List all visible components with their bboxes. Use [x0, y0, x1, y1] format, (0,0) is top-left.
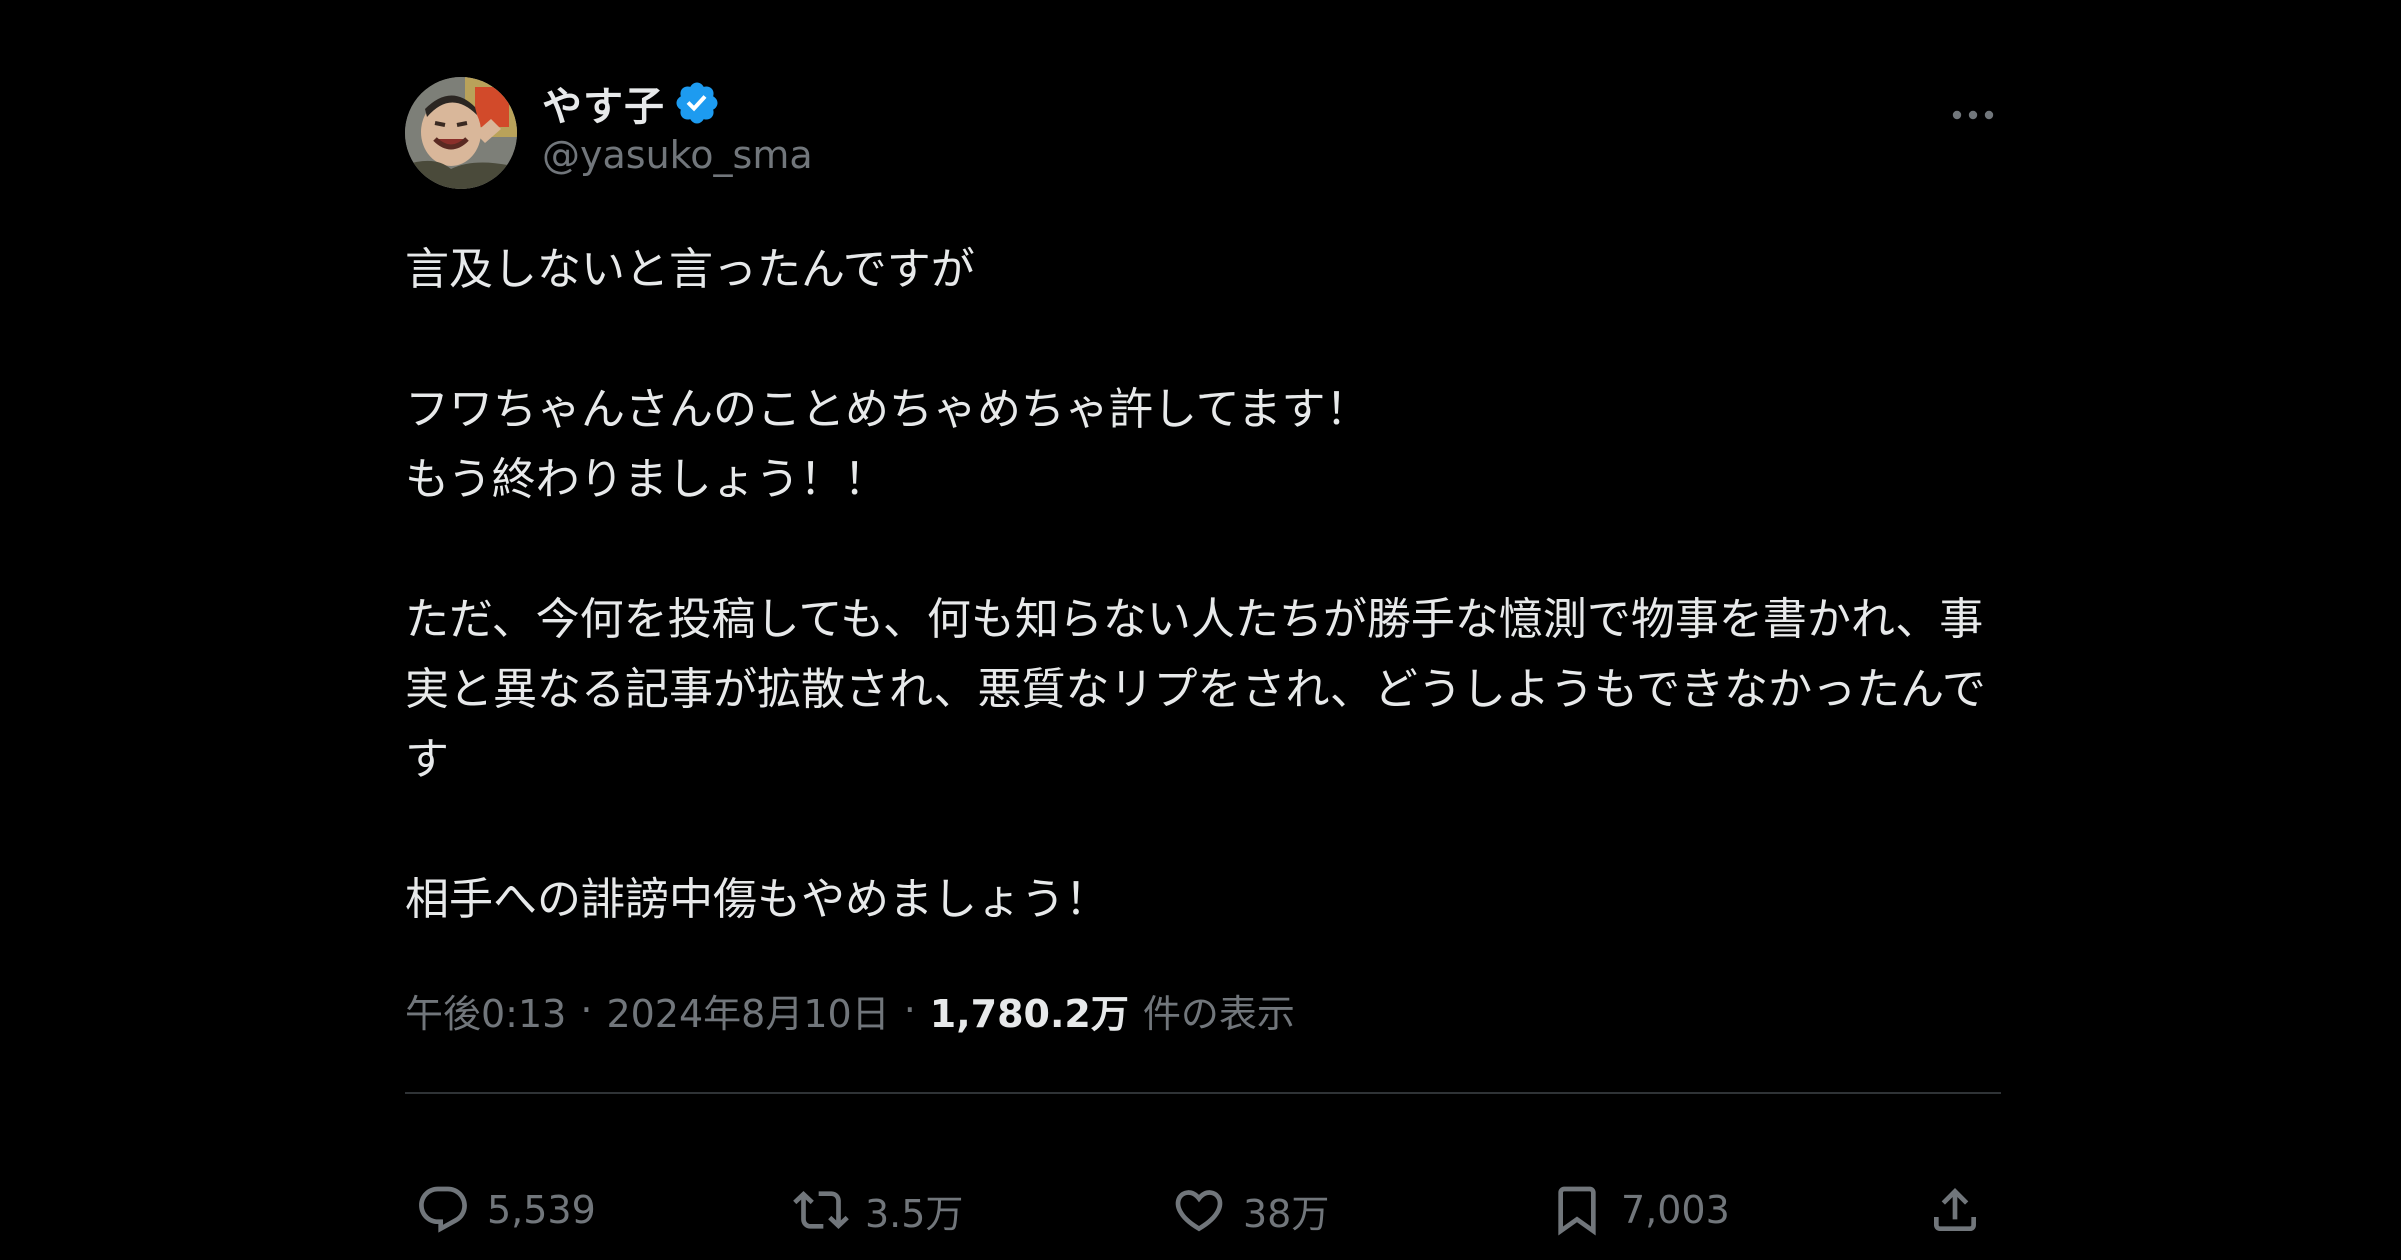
avatar[interactable]: [405, 77, 517, 189]
tweet-actions: 5,539 3.5万 38万 7,003: [405, 1175, 2001, 1245]
views-count[interactable]: 1,780.2万: [930, 983, 1129, 1038]
verified-badge-icon: [673, 79, 721, 127]
tweet-text: 言及しないと言ったんですが フワちゃんさんのことめちゃめちゃ許してます！ もう終…: [405, 244, 1986, 925]
tweet-time[interactable]: 午後0:13: [405, 983, 566, 1038]
bookmark-icon: [1558, 1186, 1596, 1236]
tweet-card: やす子 @yasuko_sma 言及しないと言ったんですが フワちゃんさんのこと…: [405, 75, 2001, 1260]
reply-button[interactable]: 5,539: [415, 1175, 596, 1245]
tweet-meta: 午後0:13 · 2024年8月10日 · 1,780.2万 件の表示: [405, 983, 1295, 1037]
repost-count: 3.5万: [865, 1191, 964, 1236]
heart-icon: [1175, 1190, 1223, 1232]
reply-icon: [419, 1186, 467, 1233]
bookmark-button[interactable]: 7,003: [1549, 1175, 1730, 1245]
like-count: 38万: [1243, 1191, 1330, 1236]
author-name-row: やす子: [542, 75, 721, 131]
more-horizontal-icon: [1952, 110, 1994, 120]
like-button[interactable]: 38万: [1171, 1175, 1329, 1245]
divider: [405, 1092, 2001, 1094]
repost-button[interactable]: 3.5万: [793, 1175, 963, 1245]
author-display-name[interactable]: やす子: [542, 74, 665, 132]
bookmark-count: 7,003: [1621, 1188, 1730, 1232]
meta-separator: ·: [580, 988, 593, 1032]
share-icon: [1934, 1188, 1976, 1231]
reply-count: 5,539: [487, 1188, 596, 1232]
meta-separator-2: ·: [903, 988, 916, 1032]
more-options-button[interactable]: [1945, 87, 2001, 143]
tweet-header: やす子 @yasuko_sma: [405, 75, 2001, 195]
avatar-image: [405, 77, 517, 189]
repost-icon: [793, 1191, 849, 1229]
share-button[interactable]: [1927, 1175, 1983, 1245]
author-handle[interactable]: @yasuko_sma: [542, 133, 813, 177]
views-label[interactable]: 件の表示: [1143, 983, 1295, 1038]
tweet-date[interactable]: 2024年8月10日: [606, 983, 889, 1038]
